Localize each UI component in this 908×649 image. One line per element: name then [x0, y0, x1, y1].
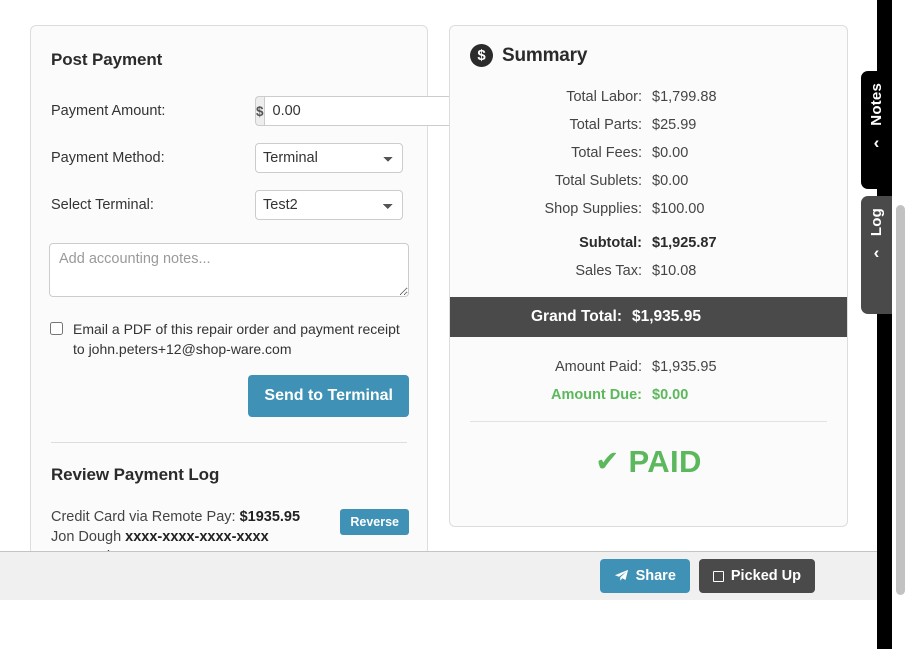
- select-terminal-label: Select Terminal:: [51, 197, 154, 213]
- summary-label: Total Fees:: [571, 145, 642, 161]
- summary-value: $100.00: [652, 201, 705, 217]
- select-terminal-select[interactable]: Test2: [255, 190, 403, 220]
- post-payment-title: Post Payment: [51, 50, 163, 69]
- notes-tab-label: Notes: [868, 83, 885, 126]
- post-payment-card: Post Payment Payment Amount: $ Payment M…: [30, 25, 469, 595]
- empty-checkbox-icon: [712, 570, 724, 582]
- summary-row-amount-paid: Amount Paid: $1,935.95: [470, 359, 827, 375]
- grand-total-value: $1,935.95: [632, 308, 701, 325]
- payment-amount-input[interactable]: [263, 96, 469, 126]
- picked-up-button[interactable]: Picked Up: [698, 559, 815, 593]
- send-to-terminal-button[interactable]: Send to Terminal: [248, 375, 409, 417]
- email-pdf-row: Email a PDF of this repair order and pay…: [49, 319, 409, 359]
- sales-tax-value: $10.08: [652, 263, 697, 279]
- dollar-sign-icon: $: [255, 96, 264, 126]
- summary-row-amount-due: Amount Due: $0.00: [470, 387, 827, 403]
- main-content: Post Payment Payment Amount: $ Payment M…: [0, 0, 877, 600]
- payment-amount-row: Payment Amount: $: [49, 96, 469, 126]
- email-pdf-checkbox[interactable]: [50, 322, 63, 335]
- grand-total-bar: Grand Total: $1,935.95: [450, 297, 847, 337]
- reverse-button[interactable]: Reverse: [340, 509, 409, 535]
- summary-label: Total Parts:: [569, 117, 642, 133]
- log-method-value: $1935.95: [239, 509, 301, 525]
- share-button[interactable]: Share: [599, 559, 690, 593]
- summary-lower: Amount Paid: $1,935.95 Amount Due: $0.00…: [450, 359, 847, 506]
- summary-header: $ Summary: [470, 44, 827, 67]
- payment-method-row: Payment Method: Terminal: [49, 143, 409, 173]
- summary-value: $1,799.88: [652, 89, 717, 105]
- log-tab[interactable]: Log ‹: [861, 196, 892, 314]
- summary-upper: $ Summary Total Labor: $1,799.88 Total P…: [450, 26, 847, 279]
- select-terminal-row: Select Terminal: Test2: [49, 190, 409, 220]
- summary-value: $0.00: [652, 173, 689, 189]
- amount-paid-label: Amount Paid:: [554, 359, 642, 375]
- check-icon: ✔: [595, 445, 620, 478]
- payment-method-label: Payment Method:: [51, 150, 165, 166]
- summary-label: Total Sublets:: [554, 173, 642, 189]
- amount-due-label: Amount Due:: [550, 387, 642, 403]
- summary-row-sales-tax: Sales Tax: $10.08: [470, 263, 827, 279]
- chevron-left-icon: ‹: [873, 132, 880, 152]
- subtotal-label: Subtotal:: [579, 235, 642, 251]
- payment-screen: Post Payment Payment Amount: $ Payment M…: [0, 0, 908, 649]
- amount-due-value: $0.00: [652, 387, 689, 403]
- page-scrollbar-thumb[interactable]: [896, 205, 905, 595]
- summary-title: Summary: [502, 44, 588, 66]
- amount-paid-value: $1,935.95: [652, 359, 717, 375]
- payment-method-select[interactable]: Terminal: [255, 143, 403, 173]
- summary-label: Total Labor:: [566, 89, 642, 105]
- subtotal-value: $1,925.87: [652, 235, 717, 251]
- share-button-label: Share: [635, 568, 676, 584]
- summary-row-total-parts: Total Parts: $25.99: [470, 117, 827, 133]
- log-method-label: Credit Card via Remote Pay:: [51, 509, 236, 525]
- send-button-row: Send to Terminal: [49, 375, 409, 417]
- page-scrollbar-track[interactable]: [892, 0, 908, 649]
- summary-row-subtotal: Subtotal: $1,925.87: [470, 235, 827, 251]
- log-card-name: Jon Dough: [51, 529, 122, 545]
- action-footer: Share Picked Up: [0, 551, 877, 600]
- summary-value: $25.99: [652, 117, 697, 133]
- payment-amount-label: Payment Amount:: [51, 103, 166, 119]
- review-payment-log-title: Review Payment Log: [51, 465, 220, 484]
- summary-row-total-fees: Total Fees: $0.00: [470, 145, 827, 161]
- summary-value: $0.00: [652, 145, 689, 161]
- grand-total-label: Grand Total:: [531, 308, 622, 325]
- dollar-circle-icon: $: [470, 44, 493, 67]
- paid-label: PAID: [628, 444, 702, 479]
- email-pdf-label: Email a PDF of this repair order and pay…: [73, 321, 400, 357]
- notes-tab[interactable]: Notes ‹: [861, 71, 892, 189]
- paper-plane-icon: [614, 569, 629, 583]
- log-tab-label: Log: [868, 208, 885, 237]
- summary-label: Shop Supplies:: [544, 201, 642, 217]
- accounting-notes-textarea[interactable]: [49, 243, 409, 297]
- payment-amount-group: $: [255, 96, 469, 126]
- section-divider: [51, 442, 407, 443]
- paid-status-badge: ✔ PAID: [470, 422, 827, 506]
- chevron-left-icon: ‹: [873, 243, 880, 263]
- summary-card: $ Summary Total Labor: $1,799.88 Total P…: [449, 25, 848, 527]
- summary-row-total-labor: Total Labor: $1,799.88: [470, 89, 827, 105]
- picked-up-button-label: Picked Up: [730, 568, 801, 584]
- summary-row-total-sublets: Total Sublets: $0.00: [470, 173, 827, 189]
- summary-row-shop-supplies: Shop Supplies: $100.00: [470, 201, 827, 217]
- log-card-number: xxxx-xxxx-xxxx-xxxx: [125, 529, 269, 545]
- sales-tax-label: Sales Tax:: [575, 263, 642, 279]
